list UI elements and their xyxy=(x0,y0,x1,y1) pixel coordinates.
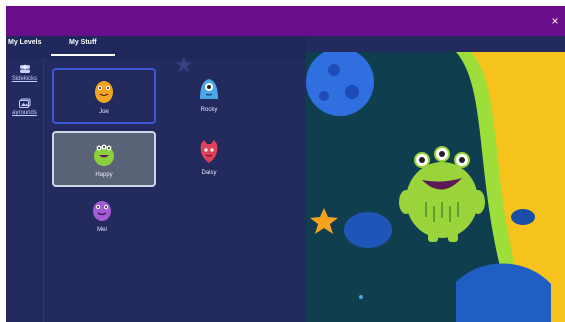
character-name: Rocky xyxy=(200,107,218,113)
character-tile-happy[interactable]: Happy xyxy=(52,131,156,187)
sidebar-item-label: ayrounds xyxy=(12,110,37,116)
space-scene xyxy=(306,52,565,322)
close-icon: × xyxy=(551,14,559,28)
joe-avatar xyxy=(95,81,113,103)
character-tile-daisy[interactable]: Daisy xyxy=(159,131,259,183)
playgrounds-icon xyxy=(18,98,30,108)
character-grid: ★ Joe Rocky Happy Daisy Mel xyxy=(44,52,306,322)
sidebar-item-label: Sidekicks xyxy=(11,76,38,82)
tab-my-stuff[interactable]: My Stuff xyxy=(69,39,97,46)
character-tile-joe[interactable]: Joe xyxy=(52,68,156,124)
character-preview xyxy=(306,52,565,322)
active-tab-indicator xyxy=(51,54,115,56)
character-name: Daisy xyxy=(201,170,217,176)
close-button[interactable]: × xyxy=(548,14,562,28)
app-window: × My Levels My Stuff Sidekicks ayrounds xyxy=(6,6,565,322)
tab-my-levels[interactable]: My Levels xyxy=(8,39,41,46)
character-name: Joe xyxy=(99,109,109,115)
daisy-avatar xyxy=(200,140,218,163)
sidebar: Sidekicks ayrounds xyxy=(6,58,44,322)
happy-avatar xyxy=(94,144,114,166)
character-tile-rocky[interactable]: Rocky xyxy=(159,68,259,120)
character-name: Mel xyxy=(97,227,107,233)
rocky-avatar xyxy=(200,79,218,99)
character-name: Happy xyxy=(95,172,113,178)
sidebar-item-playgrounds[interactable]: ayrounds xyxy=(6,98,43,116)
mel-avatar xyxy=(93,201,111,221)
title-bar: × xyxy=(6,6,565,36)
character-tile-mel[interactable]: Mel xyxy=(52,188,152,240)
sidekicks-icon xyxy=(19,64,30,73)
tab-bar: My Levels My Stuff xyxy=(6,36,306,58)
sidebar-item-sidekicks[interactable]: Sidekicks xyxy=(6,64,43,82)
